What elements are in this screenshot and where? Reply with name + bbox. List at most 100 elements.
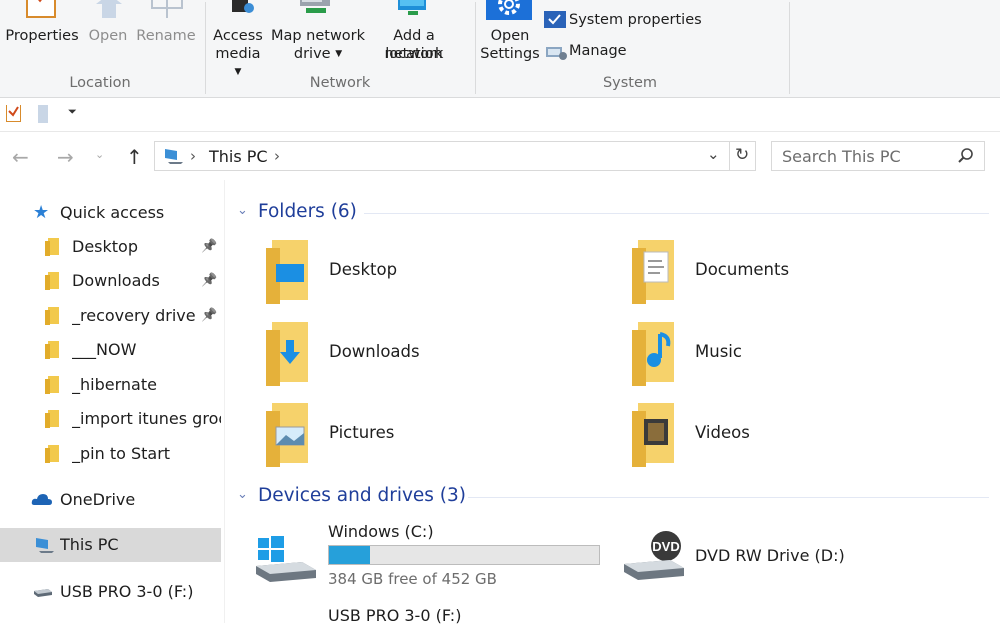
recent-locations-chevron-icon[interactable]: ⌄ — [95, 148, 104, 161]
system-properties-icon — [544, 11, 566, 28]
open-settings-label-2: Settings — [480, 46, 540, 62]
folders-collapse-chevron-icon[interactable]: ⌄ — [237, 203, 248, 218]
drive-name: DVD RW Drive (D:) — [695, 546, 845, 565]
breadcrumb-separator-icon: › — [190, 147, 196, 165]
nav-quick-access-item[interactable]: _hibernate — [0, 368, 221, 402]
pin-icon: 📌 — [201, 239, 218, 254]
drive-windows-c[interactable]: Windows (C:) 384 GB free of 452 GB — [252, 518, 612, 592]
folder-label: Videos — [695, 423, 750, 442]
drive-usage-bar — [328, 545, 600, 565]
nav-label: Quick access — [60, 203, 165, 222]
folder-icon — [45, 410, 61, 428]
network-drive-icon — [296, 0, 336, 18]
folder-icon — [45, 445, 61, 463]
address-divider — [729, 142, 730, 170]
folder-videos[interactable]: Videos — [624, 399, 964, 469]
location-group-label: Location — [69, 75, 131, 91]
network-group-label: Network — [309, 75, 371, 91]
open-button[interactable]: Open — [88, 0, 128, 70]
folder-label: Pictures — [329, 423, 395, 442]
folder-desktop[interactable]: Desktop — [258, 236, 598, 306]
group-divider — [205, 2, 206, 94]
folder-icon — [45, 307, 61, 325]
folder-label: Desktop — [329, 260, 398, 279]
nav-label: Desktop — [72, 237, 138, 256]
nav-onedrive[interactable]: OneDrive — [0, 483, 221, 517]
up-arrow-icon[interactable]: ↑ — [126, 145, 143, 169]
access-media-button[interactable]: Access media ▼ — [210, 0, 266, 77]
drive-dvd-d[interactable]: DVD DVD RW Drive (D:) — [620, 518, 990, 592]
folder-icon — [45, 341, 61, 359]
manage-computer-icon — [544, 43, 568, 61]
star-icon: ★ — [33, 202, 50, 223]
folder-downloads[interactable]: Downloads — [258, 318, 598, 388]
refresh-icon[interactable]: ↻ — [735, 145, 749, 165]
nav-quick-access-item[interactable]: _import itunes groo — [0, 402, 221, 436]
folder-music[interactable]: Music — [624, 318, 964, 388]
section-divider — [468, 497, 989, 498]
windows-drive-icon — [254, 536, 318, 584]
drives-section-header[interactable]: Devices and drives (3) — [258, 485, 466, 506]
open-settings-button[interactable]: Open Settings — [480, 0, 540, 72]
folders-section-header[interactable]: Folders (6) — [258, 201, 357, 222]
open-icon — [92, 0, 126, 18]
back-arrow-icon[interactable]: ← — [12, 145, 29, 169]
manage-label: Manage — [569, 43, 627, 59]
dvd-drive-icon: DVD — [622, 530, 686, 582]
breadcrumb-chevron-icon[interactable]: › — [274, 147, 280, 165]
properties-button[interactable]: Properties — [4, 0, 80, 70]
folder-pictures[interactable]: Pictures — [258, 399, 598, 469]
nav-label: OneDrive — [60, 490, 136, 509]
properties-label: Properties — [5, 28, 79, 44]
group-divider — [475, 2, 476, 94]
videos-folder-icon — [628, 401, 684, 467]
new-folder-icon[interactable] — [36, 105, 50, 123]
drives-collapse-chevron-icon[interactable]: ⌄ — [237, 487, 248, 502]
nav-label: USB PRO 3-0 (F:) — [60, 582, 194, 601]
quick-access-toolbar: ⏷ — [0, 98, 1000, 132]
manage-button[interactable]: Manage — [544, 40, 634, 62]
system-group-label: System — [602, 75, 658, 91]
nav-quick-access-item[interactable]: _pin to Start — [0, 437, 221, 471]
svg-text:DVD: DVD — [652, 539, 679, 554]
nav-this-pc[interactable]: This PC — [0, 528, 221, 562]
nav-label: _pin to Start — [72, 444, 171, 463]
address-dropdown-chevron-icon[interactable]: ⌄ — [707, 145, 720, 163]
usb-drive-icon — [33, 587, 53, 597]
drive-usb-f[interactable]: USB PRO 3-0 (F:) — [252, 598, 612, 625]
map-drive-label-2: drive — [293, 46, 331, 62]
nav-quick-access-item[interactable]: _recovery drive 📌 — [0, 299, 221, 333]
network-location-icon — [396, 0, 432, 18]
nav-label: _recovery drive — [72, 306, 196, 325]
pin-icon: 📌 — [201, 273, 218, 288]
this-pc-icon — [163, 147, 185, 165]
system-properties-button[interactable]: System properties — [544, 9, 704, 31]
properties-icon[interactable] — [6, 105, 21, 122]
nav-quick-access-item[interactable]: ___NOW — [0, 333, 221, 367]
add-network-location-button[interactable]: Add a network location — [364, 0, 464, 72]
rename-button[interactable]: Rename — [136, 0, 196, 70]
nav-quick-access[interactable]: ★ Quick access — [0, 196, 221, 230]
search-placeholder: Search This PC — [782, 147, 901, 166]
search-box[interactable]: Search This PC — [771, 141, 985, 171]
nav-quick-access-item[interactable]: Desktop 📌 — [0, 230, 221, 264]
address-bar[interactable]: › This PC › ⌄ ↻ — [154, 141, 756, 171]
breadcrumb-this-pc[interactable]: This PC — [209, 147, 268, 166]
customize-toolbar-icon[interactable]: ⏷ — [68, 105, 77, 119]
nav-usb-drive[interactable]: USB PRO 3-0 (F:) — [0, 575, 221, 609]
nav-quick-access-item[interactable]: Downloads 📌 — [0, 264, 221, 298]
desktop-folder-icon — [262, 238, 318, 304]
open-label: Open — [88, 28, 128, 44]
forward-arrow-icon[interactable]: → — [57, 145, 74, 169]
drive-name: USB PRO 3-0 (F:) — [328, 606, 462, 625]
nav-label: This PC — [60, 535, 119, 554]
folder-documents[interactable]: Documents — [624, 236, 964, 306]
cloud-icon — [31, 492, 53, 506]
nav-label: Downloads — [72, 271, 160, 290]
properties-icon — [26, 0, 56, 18]
map-network-drive-button[interactable]: Map network drive ▼ — [270, 0, 366, 72]
music-folder-icon — [628, 320, 684, 386]
chevron-down-icon: ▼ — [234, 67, 242, 77]
folder-icon — [45, 238, 61, 256]
folder-label: Downloads — [329, 342, 420, 361]
